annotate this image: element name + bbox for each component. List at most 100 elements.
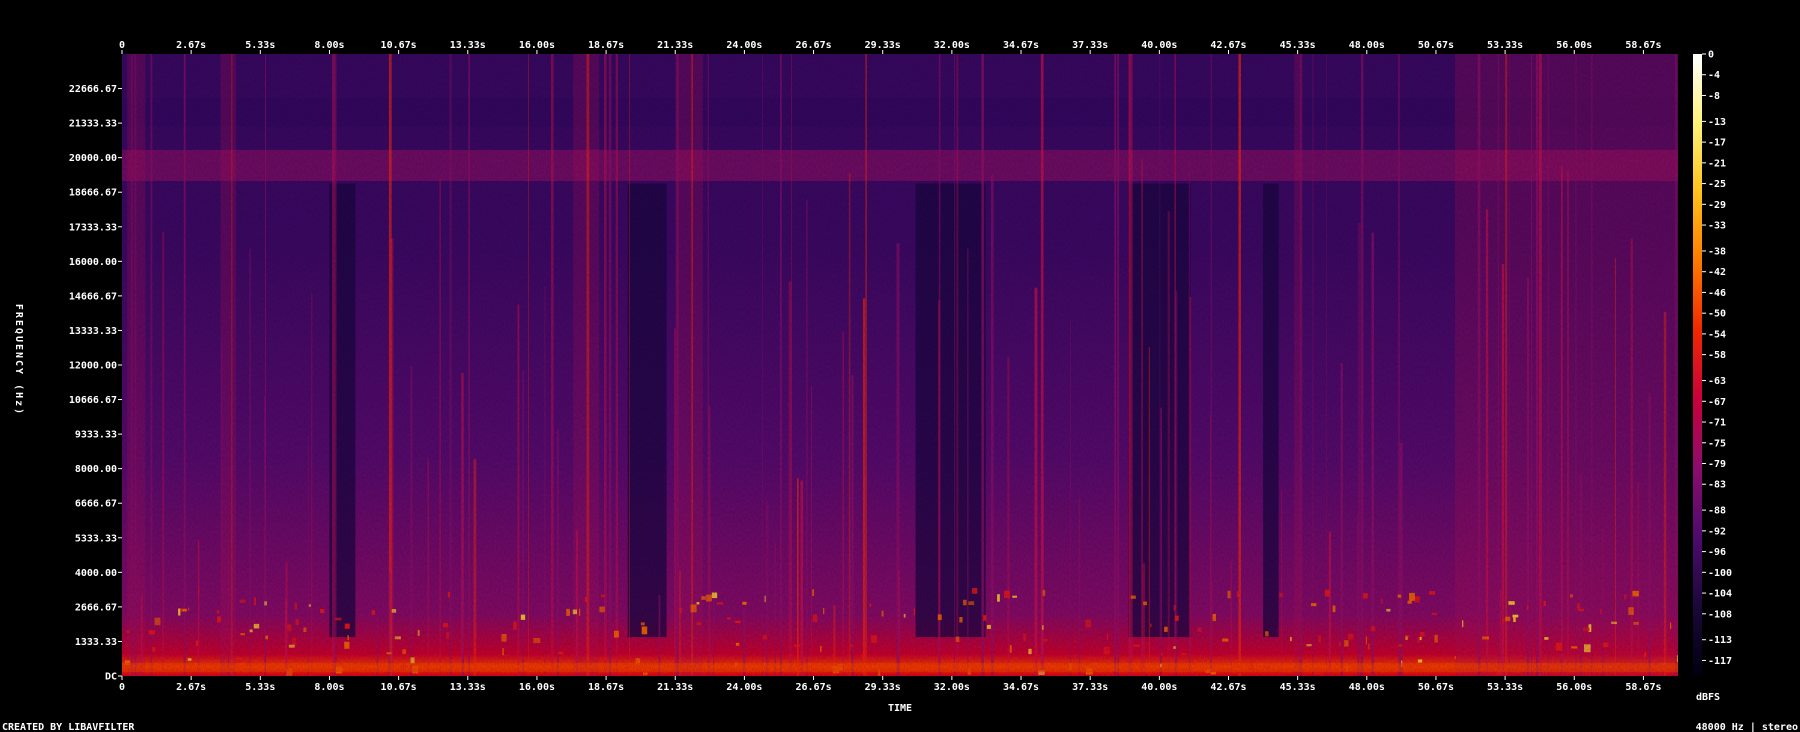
y-tick-label: 20000.00 [69,153,117,164]
y-tick-label: 17333.33 [69,222,117,233]
x-tick-label-top: 45.33s [1280,40,1316,51]
colorbar-tick-label: -104 [1708,589,1732,600]
spectrogram-plot [122,54,1678,676]
colorbar-tick-label: -42 [1708,267,1726,278]
spectrogram-chart: 0 2.67s 5.33s 8.00s 10.67s 13.33s 16.00s 18.67s… [2,40,1798,732]
y-tick-label: 9333.33 [75,430,117,441]
colorbar-tick-label: -67 [1708,397,1726,408]
colorbar-tick-label: 0 [1708,50,1714,61]
x-tick-label-bottom: 21.33s [657,682,693,693]
colorbar-tick-label: -88 [1708,506,1726,517]
colorbar-tick-label: -8 [1708,91,1720,102]
y-tick-label: 1333.33 [75,637,117,648]
colorbar-tick-label: -17 [1708,138,1726,149]
x-axis-bottom: 0 2.67s 5.33s 8.00s 10.67s 13.33s 16.00s 18.67s… [119,676,1661,693]
y-axis: DC 1333.33 2666.67 4000.00 5333.33 6666.67 800… [69,84,122,683]
colorbar-tick-label: -13 [1708,117,1726,128]
colorbar-tick-label: -79 [1708,459,1726,470]
spectrogram-grain [122,54,1678,676]
colorbar-tick-label: -25 [1708,179,1726,190]
x-tick-label-top: 0 [119,40,125,51]
colorbar-tick-label: -21 [1708,158,1726,169]
x-tick-label-top: 26.67s [795,40,831,51]
colorbar-unit-label: dBFS [1696,692,1720,703]
y-tick-label: 12000.00 [69,361,117,372]
x-tick-label-bottom: 29.33s [865,682,901,693]
x-tick-label-top: 50.67s [1418,40,1454,51]
x-axis-label: TIME [888,703,912,714]
y-tick-label: 22666.67 [69,84,117,95]
colorbar-tick-label: -50 [1708,309,1726,320]
x-tick-label-bottom: 58.67s [1625,682,1661,693]
y-axis-label: FREQUENCY (Hz) [13,304,24,416]
colorbar-tick-label: -4 [1708,70,1720,81]
x-tick-label-bottom: 45.33s [1280,682,1316,693]
x-tick-label-bottom: 16.00s [519,682,555,693]
x-tick-label-top: 24.00s [726,40,762,51]
x-tick-label-top: 16.00s [519,40,555,51]
x-tick-label-top: 37.33s [1072,40,1108,51]
x-tick-label-top: 2.67s [176,40,206,51]
colorbar-tick-label: -71 [1708,418,1726,429]
y-tick-label: 18666.67 [69,188,117,199]
x-tick-label-top: 29.33s [865,40,901,51]
x-tick-label-bottom: 50.67s [1418,682,1454,693]
y-tick-label: DC [105,672,117,683]
y-tick-label: 8000.00 [75,464,117,475]
audio-format-label: 48000 Hz | stereo [1696,722,1798,732]
x-tick-label-top: 5.33s [245,40,275,51]
x-tick-label-top: 10.67s [381,40,417,51]
x-tick-label-bottom: 26.67s [795,682,831,693]
colorbar-tick-label: -63 [1708,376,1726,387]
x-tick-label-bottom: 48.00s [1349,682,1385,693]
x-tick-label-bottom: 56.00s [1556,682,1592,693]
x-tick-label-top: 8.00s [314,40,344,51]
colorbar-ticks: 0 -4 -8 -13 -17 -21 -25 -29 -33 -38 -42 -46 -50 -54 -5… [1702,50,1732,667]
colorbar-tick-label: -100 [1708,568,1732,579]
x-tick-label-bottom: 2.67s [176,682,206,693]
x-tick-label-top: 48.00s [1349,40,1385,51]
colorbar-tick-label: -113 [1708,635,1732,646]
x-tick-label-top: 21.33s [657,40,693,51]
colorbar-tick-label: -75 [1708,438,1726,449]
x-tick-label-bottom: 13.33s [450,682,486,693]
x-tick-label-top: 32.00s [934,40,970,51]
y-tick-label: 4000.00 [75,568,117,579]
colorbar: 0 -4 -8 -13 -17 -21 -25 -29 -33 -38 -42 -46 -50 -54 -5… [1693,50,1732,703]
x-tick-label-top: 13.33s [450,40,486,51]
x-tick-label-bottom: 10.67s [381,682,417,693]
colorbar-tick-label: -29 [1708,200,1726,211]
colorbar-tick-label: -58 [1708,350,1726,361]
colorbar-tick-label: -117 [1708,656,1732,667]
x-tick-label-bottom: 37.33s [1072,682,1108,693]
x-tick-label-bottom: 18.67s [588,682,624,693]
x-tick-label-bottom: 42.67s [1210,682,1246,693]
colorbar-tick-label: -83 [1708,480,1726,491]
colorbar-tick-label: -92 [1708,526,1726,537]
x-tick-label-bottom: 34.67s [1003,682,1039,693]
x-tick-label-bottom: 5.33s [245,682,275,693]
y-tick-label: 2666.67 [75,602,117,613]
colorbar-gradient-strip [1693,54,1702,676]
created-by-label: CREATED BY LIBAVFILTER [2,722,135,732]
x-tick-label-top: 56.00s [1556,40,1592,51]
y-tick-label: 6666.67 [75,499,117,510]
colorbar-tick-label: -46 [1708,288,1726,299]
colorbar-tick-label: -96 [1708,547,1726,558]
x-tick-label-top: 42.67s [1210,40,1246,51]
y-tick-label: 16000.00 [69,257,117,268]
y-tick-label: 14666.67 [69,291,117,302]
colorbar-tick-label: -54 [1708,329,1726,340]
x-tick-label-top: 40.00s [1141,40,1177,51]
x-tick-label-bottom: 40.00s [1141,682,1177,693]
x-tick-label-top: 34.67s [1003,40,1039,51]
x-tick-label-top: 18.67s [588,40,624,51]
y-tick-label: 10666.67 [69,395,117,406]
x-tick-label-bottom: 32.00s [934,682,970,693]
y-tick-label: 5333.33 [75,533,117,544]
colorbar-tick-label: -108 [1708,609,1732,620]
x-axis-top: 0 2.67s 5.33s 8.00s 10.67s 13.33s 16.00s 18.67s… [119,40,1661,54]
x-tick-label-top: 53.33s [1487,40,1523,51]
x-tick-label-bottom: 0 [119,682,125,693]
colorbar-tick-label: -33 [1708,221,1726,232]
